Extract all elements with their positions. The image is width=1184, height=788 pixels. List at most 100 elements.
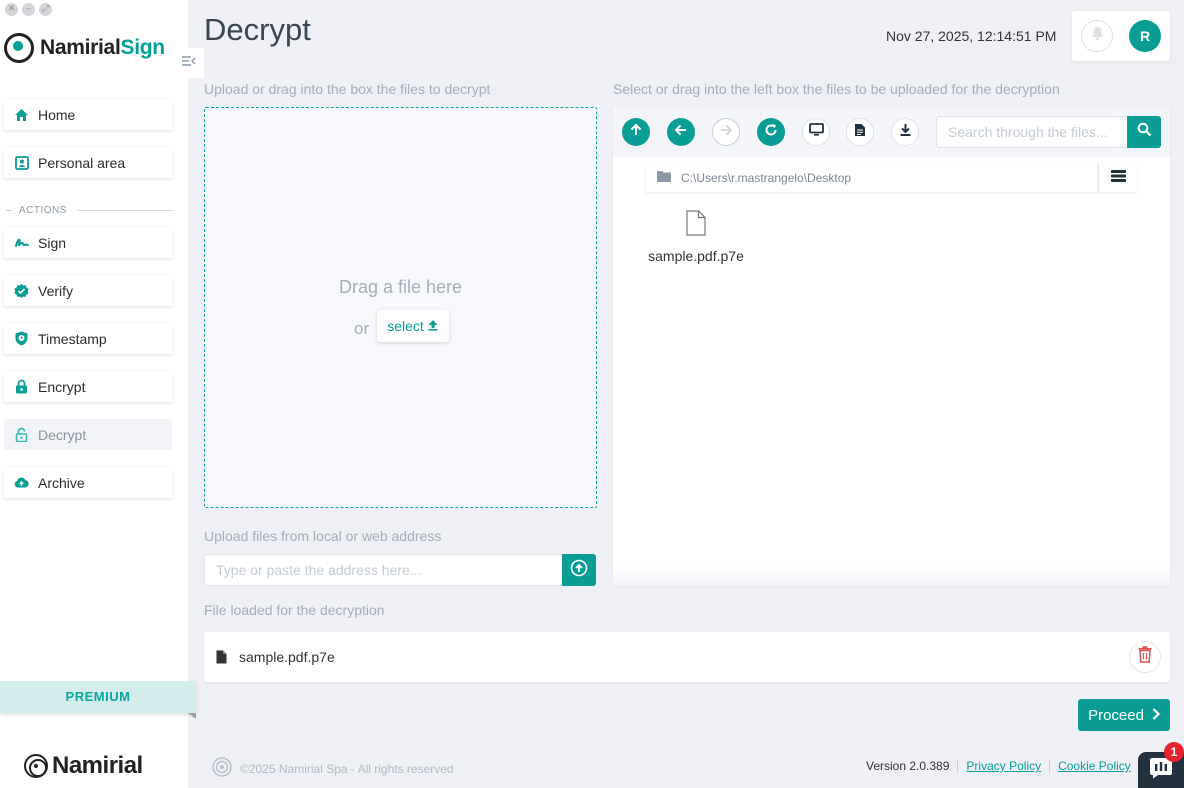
- sidebar-item-decrypt[interactable]: Decrypt: [4, 419, 172, 450]
- copyright: ©2025 Namirial Spa - All rights reserved: [212, 757, 454, 780]
- file-browser-label: Select or drag into the left box the fil…: [613, 81, 1060, 97]
- avatar[interactable]: R: [1129, 20, 1161, 52]
- sidebar-item-sign[interactable]: Sign: [4, 227, 172, 258]
- privacy-policy-link[interactable]: Privacy Policy: [966, 759, 1041, 773]
- refresh-button[interactable]: [757, 118, 785, 146]
- computer-button[interactable]: [802, 118, 830, 146]
- user-panel: R: [1072, 11, 1170, 61]
- window-maximize-button[interactable]: ⤢: [39, 3, 52, 16]
- back-button[interactable]: [667, 118, 695, 146]
- lock-icon: [14, 379, 29, 394]
- upload-arrow-icon: [427, 318, 439, 334]
- window-minimize-button[interactable]: –: [22, 3, 35, 16]
- sidebar-item-home[interactable]: Home: [4, 99, 172, 130]
- file-browser: C:\Users\r.mastrangelo\Desktop sample.pd…: [613, 107, 1170, 586]
- chevron-right-icon: [1152, 707, 1160, 724]
- path-breadcrumb[interactable]: C:\Users\r.mastrangelo\Desktop: [646, 164, 1098, 192]
- sidebar-item-label: Personal area: [38, 154, 126, 171]
- sidebar-item-encrypt[interactable]: Encrypt: [4, 371, 172, 402]
- loaded-file-row: sample.pdf.p7e: [204, 632, 1170, 682]
- proceed-label: Proceed: [1088, 706, 1144, 724]
- footer-links: Version 2.0.389 Privacy Policy Cookie Po…: [866, 759, 1131, 773]
- collapse-menu-icon: [181, 55, 197, 71]
- premium-banner[interactable]: PREMIUM: [0, 681, 196, 713]
- url-input[interactable]: [204, 554, 562, 586]
- sidebar-item-label: Archive: [38, 474, 85, 491]
- id-card-icon: [14, 155, 29, 170]
- page-title: Decrypt: [204, 12, 311, 47]
- signature-icon: [14, 235, 29, 250]
- sidebar-item-label: Timestamp: [38, 330, 107, 347]
- bell-icon: [1091, 26, 1104, 46]
- brand-logo: NamirialSign: [4, 33, 165, 63]
- sidebar-item-label: Verify: [38, 282, 74, 299]
- file-browser-toolbar: [613, 107, 1170, 157]
- loaded-file-label: File loaded for the decryption: [204, 602, 385, 618]
- check-badge-icon: [14, 283, 29, 298]
- remove-file-button[interactable]: [1129, 641, 1161, 673]
- file-icon: [684, 210, 708, 240]
- arrow-right-icon: [719, 123, 733, 142]
- footer-brand-logo: Namirial: [24, 752, 143, 780]
- copyright-text: ©2025 Namirial Spa - All rights reserved: [240, 761, 454, 776]
- upload-circle-icon: [570, 559, 588, 582]
- shield-clock-icon: [14, 331, 29, 346]
- trash-icon: [1138, 646, 1152, 668]
- sidebar-item-label: Encrypt: [38, 378, 86, 395]
- sidebar-item-verify[interactable]: Verify: [4, 275, 172, 306]
- collapse-sidebar-button[interactable]: [174, 48, 204, 78]
- sidebar-item-archive[interactable]: Archive: [4, 467, 172, 498]
- refresh-icon: [764, 123, 778, 142]
- downloads-button[interactable]: [891, 118, 919, 146]
- window-controls: ✕ – ⤢: [5, 3, 52, 16]
- document-icon: [216, 650, 227, 669]
- sidebar-item-label: Sign: [38, 234, 67, 251]
- url-upload-button[interactable]: [562, 554, 596, 586]
- url-upload-label: Upload files from local or web address: [204, 528, 442, 544]
- sidebar-item-label: Home: [38, 106, 76, 123]
- sidebar-item-label: Decrypt: [38, 426, 87, 443]
- chat-notification-badge: 1: [1164, 742, 1184, 762]
- folder-icon: [656, 170, 672, 186]
- forward-button[interactable]: [712, 118, 740, 146]
- list-view-icon: [1110, 169, 1126, 187]
- proceed-button[interactable]: Proceed: [1078, 699, 1170, 731]
- file-item-name: sample.pdf.p7e: [648, 248, 744, 264]
- home-icon: [14, 107, 29, 122]
- brand-name-accent: Sign: [120, 36, 165, 59]
- sidebar-item-timestamp[interactable]: Timestamp: [4, 323, 172, 354]
- search-icon: [1137, 122, 1152, 142]
- current-path: C:\Users\r.mastrangelo\Desktop: [681, 171, 852, 185]
- documents-button[interactable]: [846, 118, 874, 146]
- download-icon: [899, 123, 912, 142]
- loaded-file-name: sample.pdf.p7e: [239, 649, 335, 665]
- file-dropzone[interactable]: Drag a file here or select: [204, 107, 597, 508]
- dropzone-or-text: or: [354, 319, 370, 338]
- file-text-icon: [854, 123, 866, 142]
- view-toggle-button[interactable]: [1098, 164, 1137, 192]
- premium-banner-fold: [188, 713, 196, 719]
- dropzone-text: Drag a file here: [338, 277, 463, 297]
- namirial-mark-icon: [212, 757, 232, 780]
- current-datetime: Nov 27, 2025, 12:14:51 PM: [886, 28, 1057, 44]
- cloud-upload-icon: [14, 475, 29, 490]
- sidebar-item-personal-area[interactable]: Personal area: [4, 147, 172, 178]
- arrow-left-icon: [674, 123, 688, 142]
- footer-brand-name: Namirial: [52, 752, 143, 779]
- namirial-logo-icon: [24, 754, 48, 778]
- file-search-button[interactable]: [1127, 116, 1161, 148]
- upload-button[interactable]: [622, 118, 650, 146]
- arrow-up-icon: [629, 123, 643, 142]
- file-item[interactable]: sample.pdf.p7e: [641, 210, 751, 264]
- notifications-button[interactable]: [1081, 20, 1113, 52]
- cookie-policy-link[interactable]: Cookie Policy: [1058, 759, 1131, 773]
- actions-section-label: ACTIONS: [6, 205, 174, 216]
- brand-name: Namirial: [40, 36, 121, 59]
- file-search-input[interactable]: [936, 116, 1127, 148]
- select-button-label: select: [387, 318, 424, 334]
- window-close-button[interactable]: ✕: [5, 3, 18, 16]
- unlock-icon: [14, 427, 29, 442]
- select-file-button[interactable]: select: [377, 310, 449, 342]
- upload-label: Upload or drag into the box the files to…: [204, 81, 491, 97]
- brand-logo-icon: [4, 33, 34, 63]
